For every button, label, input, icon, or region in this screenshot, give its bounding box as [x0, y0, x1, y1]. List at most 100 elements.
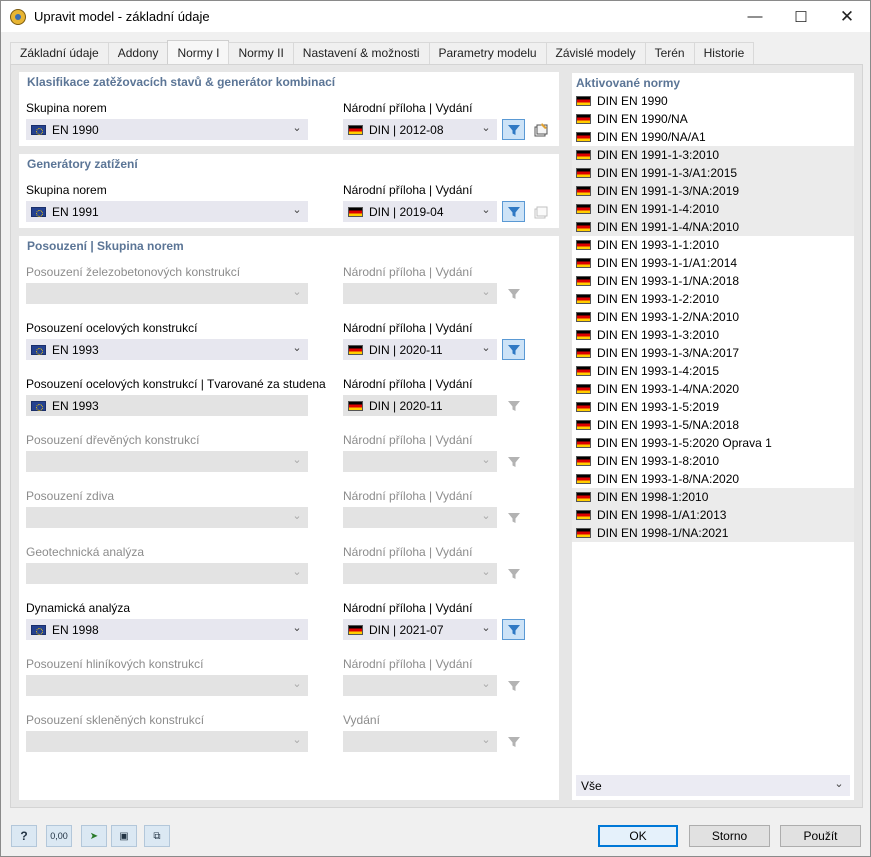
national-annex-select[interactable]: DIN | 2021-07 ⌄ — [343, 619, 497, 640]
national-annex-select[interactable]: ⌄ — [343, 507, 497, 528]
help-button[interactable]: ? — [11, 825, 37, 847]
norm-list-item[interactable]: DIN EN 1990/NA — [572, 110, 854, 128]
norm-label: DIN EN 1993-1-8/NA:2020 — [597, 472, 740, 486]
tab-content: Klasifikace zatěžovacích stavů & generát… — [10, 64, 863, 808]
norm-list-item[interactable]: DIN EN 1993-1-8:2010 — [572, 452, 854, 470]
norm-list-item[interactable]: DIN EN 1993-1-1:2010 — [572, 236, 854, 254]
national-annex-select[interactable]: DIN | 2020-11 — [343, 395, 497, 416]
design-select-timber[interactable]: ⌄ — [26, 451, 308, 472]
import-button[interactable]: ➤ — [81, 825, 107, 847]
tab-history[interactable]: Historie — [693, 42, 755, 64]
national-annex-select[interactable]: ⌄ — [343, 283, 497, 304]
filter-button[interactable] — [502, 283, 525, 304]
help-icon: ? — [20, 829, 28, 843]
tab-standards-1[interactable]: Normy I — [167, 40, 230, 64]
standard-group-select[interactable]: EN 1990 ⌄ — [26, 119, 308, 140]
national-annex-select[interactable]: ⌄ — [343, 451, 497, 472]
norm-list-item[interactable]: DIN EN 1998-1/A1:2013 — [572, 506, 854, 524]
filter-icon — [507, 568, 520, 579]
design-select-concrete[interactable]: ⌄ — [26, 283, 308, 304]
filter-button[interactable] — [502, 451, 525, 472]
national-annex-select[interactable]: ⌄ — [343, 563, 497, 584]
norm-list-item[interactable]: DIN EN 1993-1-5:2019 — [572, 398, 854, 416]
filter-button[interactable] — [502, 395, 525, 416]
tab-standards-2[interactable]: Normy II — [228, 42, 294, 64]
filter-button[interactable] — [502, 675, 525, 696]
norm-list-item[interactable]: DIN EN 1991-1-3/NA:2019 — [572, 182, 854, 200]
standard-group-select[interactable]: EN 1991 ⌄ — [26, 201, 308, 222]
norms-filter-select[interactable]: Vše ⌄ — [576, 775, 850, 796]
norm-list-item[interactable]: DIN EN 1993-1-4/NA:2020 — [572, 380, 854, 398]
select-value: DIN | 2021-07 — [369, 622, 444, 637]
norm-list-item[interactable]: DIN EN 1993-1-3/NA:2017 — [572, 344, 854, 362]
norm-list-item[interactable]: DIN EN 1998-1:2010 — [572, 488, 854, 506]
apply-button[interactable]: Použít — [780, 825, 861, 847]
section-load-generators: Generátory zatížení Skupina norem EN 199… — [19, 154, 559, 228]
norm-list-item[interactable]: DIN EN 1991-1-3:2010 — [572, 146, 854, 164]
design-select-dynamic[interactable]: EN 1998 ⌄ — [26, 619, 308, 640]
filter-icon — [507, 206, 520, 217]
close-button[interactable]: ✕ — [824, 1, 870, 32]
de-flag-icon — [348, 400, 363, 411]
ok-button[interactable]: OK — [598, 825, 678, 847]
maximize-button[interactable]: ☐ — [778, 1, 824, 32]
norm-list-item[interactable]: DIN EN 1991-1-4:2010 — [572, 200, 854, 218]
norm-list-item[interactable]: DIN EN 1993-1-1/A1:2014 — [572, 254, 854, 272]
save-defaults-button[interactable]: ▣ — [111, 825, 137, 847]
norm-label: DIN EN 1993-1-5:2019 — [597, 400, 720, 414]
norm-list-item[interactable]: DIN EN 1993-1-8/NA:2020 — [572, 470, 854, 488]
tab-dependent-models[interactable]: Závislé modely — [545, 42, 646, 64]
norm-list-item[interactable]: DIN EN 1990 — [572, 92, 854, 110]
units-button[interactable]: 0,00 — [46, 825, 72, 847]
filter-button[interactable] — [502, 731, 525, 752]
national-annex-select[interactable]: DIN | 2012-08 ⌄ — [343, 119, 497, 140]
edit-generators-button[interactable] — [529, 201, 552, 222]
filter-button[interactable] — [502, 201, 525, 222]
edition-select[interactable]: ⌄ — [343, 731, 497, 752]
tab-addons[interactable]: Addony — [107, 42, 169, 64]
filter-button[interactable] — [502, 119, 525, 140]
chevron-down-icon: ⌄ — [481, 204, 491, 216]
norm-list-item[interactable]: DIN EN 1993-1-4:2015 — [572, 362, 854, 380]
filter-button[interactable] — [502, 339, 525, 360]
norm-list-item[interactable]: DIN EN 1993-1-1/NA:2018 — [572, 272, 854, 290]
tab-settings[interactable]: Nastavení & možnosti — [292, 42, 430, 64]
eu-flag-icon — [31, 400, 46, 411]
de-flag-icon — [576, 420, 591, 430]
norm-list-item[interactable]: DIN EN 1993-1-5:2020 Oprava 1 — [572, 434, 854, 452]
tab-basic[interactable]: Základní údaje — [10, 42, 109, 64]
design-select-glass[interactable]: ⌄ — [26, 731, 308, 752]
edit-combinations-button[interactable] — [529, 119, 552, 140]
copy-button[interactable]: ⧉ — [144, 825, 170, 847]
design-select-aluminium[interactable]: ⌄ — [26, 675, 308, 696]
filter-button[interactable] — [502, 619, 525, 640]
norm-list-item[interactable]: DIN EN 1993-1-5/NA:2018 — [572, 416, 854, 434]
national-annex-select[interactable]: DIN | 2019-04 ⌄ — [343, 201, 497, 222]
filter-button[interactable] — [502, 507, 525, 528]
de-flag-icon — [576, 132, 591, 142]
design-label-masonry: Posouzení zdiva — [26, 489, 115, 503]
norm-list-item[interactable]: DIN EN 1998-1/NA:2021 — [572, 524, 854, 542]
norm-list-item[interactable]: DIN EN 1993-1-2:2010 — [572, 290, 854, 308]
design-select-geotechnical[interactable]: ⌄ — [26, 563, 308, 584]
filter-button[interactable] — [502, 563, 525, 584]
national-annex-label: Národní příloha | Vydání — [343, 657, 473, 671]
norm-list-item[interactable]: DIN EN 1993-1-3:2010 — [572, 326, 854, 344]
national-annex-select[interactable]: DIN | 2020-11 ⌄ — [343, 339, 497, 360]
norm-list-item[interactable]: DIN EN 1991-1-4/NA:2010 — [572, 218, 854, 236]
filter-icon — [507, 288, 520, 299]
minimize-button[interactable]: — — [732, 1, 778, 32]
norm-label: DIN EN 1993-1-1/A1:2014 — [597, 256, 738, 270]
norm-list-item[interactable]: DIN EN 1990/NA/A1 — [572, 128, 854, 146]
national-annex-select[interactable]: ⌄ — [343, 675, 497, 696]
norm-list-item[interactable]: DIN EN 1991-1-3/A1:2015 — [572, 164, 854, 182]
design-select-steel[interactable]: EN 1993 ⌄ — [26, 339, 308, 360]
national-annex-label: Národní příloha | Vydání — [343, 433, 473, 447]
design-select-cold-formed[interactable]: EN 1993 — [26, 395, 308, 416]
section-load-classification: Klasifikace zatěžovacích stavů & generát… — [19, 72, 559, 146]
tab-model-parameters[interactable]: Parametry modelu — [428, 42, 547, 64]
cancel-button[interactable]: Storno — [689, 825, 770, 847]
tab-terrain[interactable]: Terén — [644, 42, 695, 64]
design-select-masonry[interactable]: ⌄ — [26, 507, 308, 528]
norm-list-item[interactable]: DIN EN 1993-1-2/NA:2010 — [572, 308, 854, 326]
